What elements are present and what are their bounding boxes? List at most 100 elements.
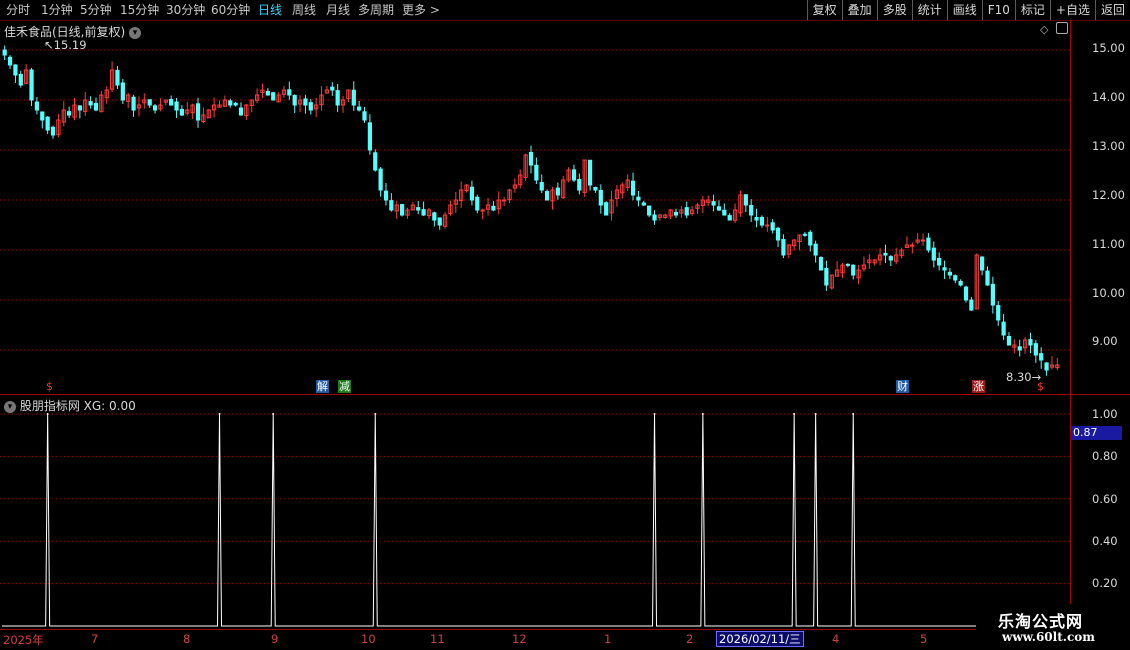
- candle-body: [636, 196, 641, 201]
- candle-body: [673, 211, 679, 216]
- candle-body: [292, 94, 297, 106]
- x-tick-label: 12: [512, 632, 527, 646]
- candle-body: [937, 258, 942, 266]
- candle-body: [743, 194, 748, 206]
- candle-body: [1044, 362, 1049, 371]
- signal-spike: [272, 413, 275, 415]
- candle-body: [722, 209, 727, 216]
- signal-spike: [852, 413, 855, 415]
- candle-body: [647, 205, 652, 216]
- x-tick-label: 2025年: [3, 633, 44, 647]
- financial-report-marker[interactable]: 财: [896, 380, 909, 393]
- unlock-marker[interactable]: 解: [316, 380, 329, 393]
- y-axis-line: [1070, 20, 1071, 630]
- indicator-tick-label: 0.60: [1092, 492, 1118, 506]
- candle-body: [845, 263, 850, 266]
- candle-body: [652, 214, 657, 221]
- candle-body: [818, 256, 824, 271]
- candle-body: [265, 90, 270, 96]
- x-tick-label: 7: [91, 632, 99, 646]
- price-tick-label: 10.00: [1092, 286, 1125, 300]
- candle-body: [152, 105, 158, 111]
- x-tick-label: 11: [430, 632, 445, 646]
- price-tick-label: 15.00: [1092, 41, 1125, 55]
- candle-body: [963, 286, 969, 301]
- kline-chart[interactable]: [0, 0, 1070, 650]
- candle-body: [469, 186, 475, 201]
- candle-body: [115, 69, 120, 86]
- candle-body: [416, 207, 421, 211]
- candle-body: [233, 102, 238, 106]
- candle-body: [528, 151, 534, 166]
- candle-body: [88, 101, 93, 106]
- high-price-label: ↖15.19: [44, 38, 87, 52]
- candle-body: [179, 108, 185, 116]
- candle-body: [947, 271, 953, 276]
- reduce-holdings-marker[interactable]: 减: [338, 380, 351, 393]
- candle-body: [475, 196, 480, 211]
- candle-body: [7, 56, 13, 66]
- signal-spike: [793, 413, 796, 415]
- candle-body: [587, 159, 593, 186]
- candle-body: [399, 204, 405, 216]
- candle-body: [18, 73, 23, 86]
- candle-body: [1039, 353, 1044, 361]
- candle-body: [641, 202, 646, 206]
- candle-body: [228, 100, 233, 106]
- candle-body: [147, 99, 152, 106]
- candle-body: [1001, 321, 1006, 336]
- x-tick-label: 5: [920, 632, 928, 646]
- candle-body: [775, 227, 781, 241]
- back-button[interactable]: 返回: [1094, 0, 1130, 20]
- signal-spike: [814, 413, 817, 415]
- candle-body: [45, 116, 50, 131]
- candle-body: [373, 152, 378, 171]
- candle-body: [555, 187, 560, 196]
- candle-body: [808, 231, 813, 246]
- candle-body: [716, 206, 722, 211]
- price-tick-label: 14.00: [1092, 90, 1125, 104]
- candle-body: [888, 256, 893, 261]
- signal-spike: [374, 413, 377, 415]
- candle-body: [920, 239, 926, 242]
- signal-spike: [701, 413, 704, 415]
- price-tick-label: 9.00: [1092, 334, 1118, 348]
- candle-body: [851, 264, 856, 276]
- candle-body: [969, 299, 974, 311]
- candle-body: [491, 205, 496, 211]
- candle-body: [813, 243, 818, 256]
- dividend-marker[interactable]: $: [1036, 380, 1045, 393]
- indicator-tick-label: 0.20: [1092, 576, 1118, 590]
- candle-body: [1028, 339, 1033, 346]
- candle-body: [351, 89, 356, 106]
- candle-body: [169, 98, 174, 106]
- candle-body: [980, 256, 985, 271]
- indicator-tick-label: 0.40: [1092, 534, 1118, 548]
- candle-body: [378, 168, 383, 191]
- dividend-marker[interactable]: $: [45, 380, 54, 393]
- candle-body: [931, 247, 936, 261]
- candle-body: [437, 217, 442, 226]
- candle-body: [195, 103, 201, 121]
- x-tick-label: 4: [832, 632, 840, 646]
- candle-body: [759, 216, 765, 226]
- candle-body: [50, 126, 56, 136]
- candle-body: [1017, 346, 1022, 351]
- limit-up-marker[interactable]: 涨: [972, 380, 985, 393]
- candle-body: [958, 280, 963, 286]
- candle-body: [577, 178, 582, 191]
- candle-body: [926, 237, 931, 251]
- candle-body: [953, 275, 958, 281]
- candle-body: [770, 222, 775, 231]
- candle-body: [996, 305, 1001, 321]
- candle-body: [238, 107, 244, 116]
- x-tick-label: 10: [361, 632, 376, 646]
- candle-body: [502, 199, 507, 202]
- candle-body: [367, 122, 372, 151]
- candle-body: [174, 101, 179, 111]
- candle-body: [120, 82, 125, 101]
- candle-body: [593, 186, 598, 191]
- candle-body: [802, 233, 808, 236]
- candle-body: [389, 200, 394, 211]
- signal-spike: [46, 413, 49, 415]
